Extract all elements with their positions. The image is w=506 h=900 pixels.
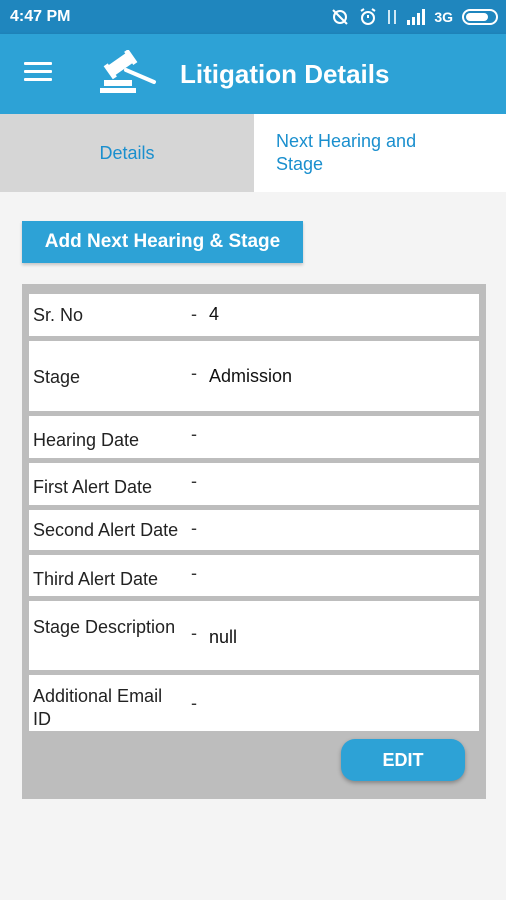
network-type: 3G [434,9,453,25]
battery-icon [462,9,498,25]
field-value-stage-description: null [209,627,238,647]
field-row-sr-no: Sr. No - 4 [29,294,479,336]
status-time: 4:47 PM [10,8,71,25]
field-value-sr-no: 4 [209,304,220,324]
alarm-icon [360,8,376,25]
signal-icon [407,9,426,25]
app-bar: Litigation Details [0,34,506,114]
gavel-icon [100,50,156,93]
field-separator: - [191,693,197,713]
tab-details-label: Details [99,142,155,163]
field-separator: - [191,471,197,491]
field-row-second-alert-date: Second Alert Date - [29,510,479,550]
add-next-hearing-button[interactable]: Add Next Hearing & Stage [22,221,303,263]
status-icons: 3G [330,7,498,27]
field-label-sr-no: Sr. No [33,305,84,325]
field-row-hearing-date: Hearing Date - [29,416,479,458]
hamburger-menu-icon[interactable] [24,62,52,86]
field-label-stage-description: Stage Description [33,617,176,637]
field-row-stage-description: Stage Description - null [29,601,479,670]
field-label-third-alert-date: Third Alert Date [33,569,159,589]
field-row-third-alert-date: Third Alert Date - [29,555,479,596]
field-label-stage: Stage [33,367,81,387]
hearing-details-card: Sr. No - 4 Stage - Admission Hearing Dat… [22,284,486,799]
field-label-additional-email-id: Additional Email ID [33,686,163,729]
field-row-first-alert-date: First Alert Date - [29,463,479,505]
field-separator: - [191,563,197,583]
field-value-stage: Admission [209,366,293,386]
tab-next-hearing-label: Next Hearing and Stage [276,131,417,174]
edit-button[interactable]: EDIT [341,739,465,781]
tab-next-hearing-and-stage[interactable]: Next Hearing and Stage [254,114,506,192]
sync-off-icon [332,9,349,25]
field-separator: - [191,623,197,643]
field-label-hearing-date: Hearing Date [33,430,140,450]
data-transfer-icon [388,10,397,24]
field-label-first-alert-date: First Alert Date [33,477,153,497]
field-row-additional-email-id: Additional Email ID - [29,675,479,731]
tab-details[interactable]: Details [0,114,254,192]
field-label-second-alert-date: Second Alert Date [33,520,179,540]
status-bar: 4:47 PM 3G [0,0,506,34]
page-title: Litigation Details [180,59,390,89]
tab-bar: Details Next Hearing and Stage [0,114,506,192]
field-separator: - [191,518,197,538]
field-separator: - [191,363,197,383]
field-row-stage: Stage - Admission [29,341,479,411]
field-separator: - [191,304,197,324]
field-separator: - [191,424,197,444]
